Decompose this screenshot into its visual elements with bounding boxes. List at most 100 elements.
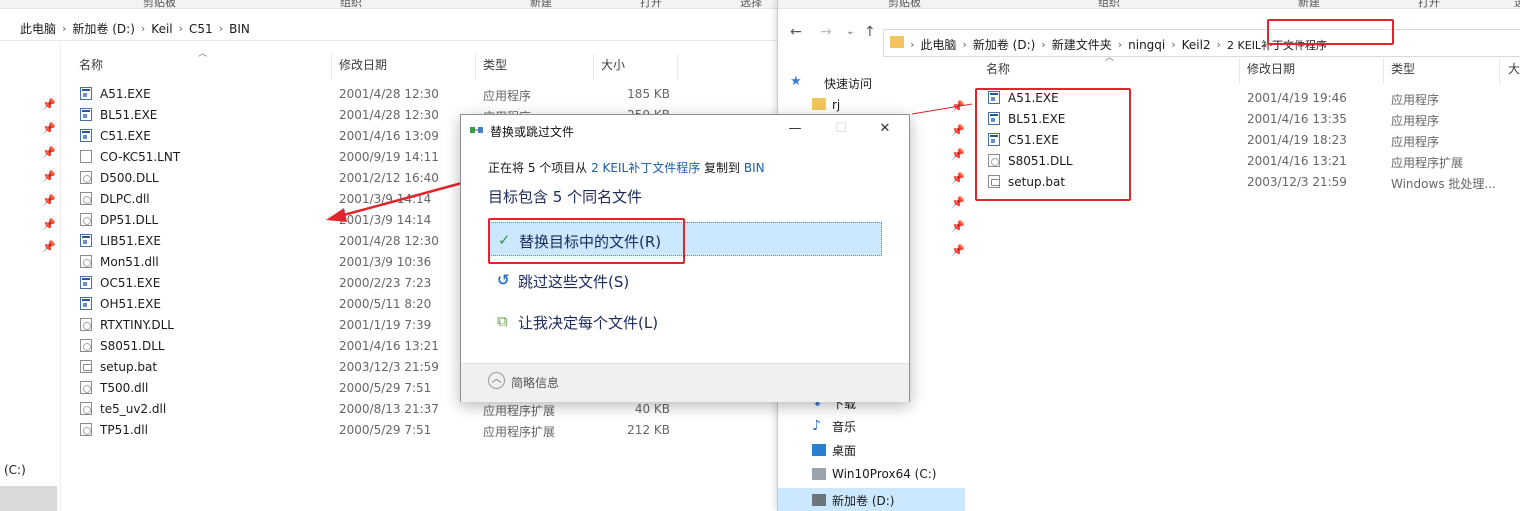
column-divider[interactable] [475,54,476,80]
ribbon-group-label: 打开 [640,0,662,9]
file-row[interactable]: A51.EXE 2001/4/28 12:30 应用程序 185 KB [60,84,780,105]
dest-folder-link[interactable]: BIN [744,161,765,175]
file-type: 应用程序扩展 [483,425,556,439]
file-row[interactable]: te5_uv2.dll 2000/8/13 21:37 应用程序扩展 40 KB [60,399,780,420]
col-header-type[interactable]: 类型 [483,56,507,78]
minimize-button[interactable]: — [781,121,809,136]
nav-music[interactable]: 音乐 [832,418,856,435]
decide-each-option[interactable]: ⧉ 让我决定每个文件(L) [488,304,882,338]
col-header-date[interactable]: 修改日期 [339,56,387,78]
col-header-type[interactable]: 类型 [1391,60,1415,82]
decide-files-icon: ⧉ [497,312,508,330]
dll-file-icon [80,423,92,436]
dialog-heading: 目标包含 5 个同名文件 [488,188,643,206]
ribbon-group-label: 组织 [340,0,362,9]
chevron-right-icon: › [1171,38,1176,51]
file-name: DLPC.dll [100,192,150,206]
crumb-this-pc[interactable]: 此电脑 [20,20,56,37]
file-date: 2001/4/16 13:21 [1247,154,1347,168]
nav-drive-c[interactable]: Win10Prox64 (C:) [832,467,936,481]
crumb-new-folder[interactable]: 新建文件夹 [1052,36,1112,53]
column-divider[interactable] [593,54,594,80]
file-name: RTXTINY.DLL [100,318,174,332]
file-date: 2001/3/9 14:14 [339,213,432,227]
close-button[interactable]: ✕ [871,121,899,136]
file-type: 应用程序扩展 [1391,156,1464,170]
exe-file-icon [80,297,92,310]
column-divider[interactable] [1239,58,1240,84]
dialog-title: 替换或跳过文件 [490,125,575,139]
crumb-drive-d[interactable]: 新加卷 (D:) [973,36,1035,53]
pin-icon: 📌 [42,170,56,183]
crumb-drive-d[interactable]: 新加卷 (D:) [72,20,134,37]
skip-files-option[interactable]: ↺ 跳过这些文件(S) [488,263,882,297]
right-address-bar[interactable]: › 此电脑 › 新加卷 (D:) › 新建文件夹 › ningqi › Keil2 › 2… [883,29,1520,57]
exe-file-icon [80,234,92,247]
left-nav-drive[interactable]: (C:) [4,463,26,477]
nav-rj[interactable]: rj [832,98,840,112]
file-name: BL51.EXE [100,108,158,122]
col-header-date[interactable]: 修改日期 [1247,60,1295,82]
forward-arrow-icon[interactable]: → [820,24,832,40]
crumb-this-pc[interactable]: 此电脑 [920,36,956,53]
pin-icon: 📌 [42,194,56,207]
file-size: 40 KB [634,402,670,416]
file-date: 2003/12/3 21:59 [1247,175,1347,189]
chevron-down-icon[interactable]: ⌄ [846,26,854,37]
file-name: C51.EXE [100,129,151,143]
crumb-bin[interactable]: BIN [229,22,250,36]
file-type: 应用程序 [483,89,532,103]
dll-file-icon [80,255,92,268]
left-nav-scrollbar[interactable] [0,486,57,511]
right-address-area: ← → ⌄ ↑ › 此电脑 › 新加卷 (D:) › 新建文件夹 › ningqi › … [778,12,1520,57]
file-date: 2000/5/29 7:51 [339,381,432,395]
folder-icon [812,98,826,110]
fewer-details-toggle[interactable]: 简略信息 [511,374,559,391]
file-name: OH51.EXE [100,297,161,311]
dialog-copy-description: 正在将 5 个项目从 2 KEIL补丁文件程序 复制到 BIN [488,159,765,176]
crumb-ningqi[interactable]: ningqi [1128,38,1165,52]
pin-icon: 📌 [951,244,965,257]
copy-files-icon [470,127,483,133]
crumb-c51[interactable]: C51 [189,22,213,36]
sort-up-icon: ︿ [1105,53,1115,63]
nav-quick-access[interactable]: 快速访问 [824,75,872,92]
nav-drive-d-selected[interactable]: 新加卷 (D:) [778,488,965,511]
ribbon-group-label: 选 [1514,0,1520,9]
file-date: 2001/4/19 19:46 [1247,91,1347,105]
file-type: 应用程序扩展 [483,404,556,418]
nav-desktop[interactable]: 桌面 [832,442,856,459]
left-breadcrumb: 此电脑 › 新加卷 (D:) › Keil › C51 › BIN [20,20,256,37]
col-header-size[interactable]: 大 [1508,60,1520,82]
column-divider[interactable] [1383,58,1384,84]
crumb-keil[interactable]: Keil [151,22,172,36]
source-folder-link[interactable]: 2 KEIL补丁文件程序 [591,161,700,175]
chevron-up-circle-icon[interactable]: ︿ [488,372,505,389]
col-header-name[interactable]: 名称 [986,60,1010,82]
file-date: 2001/4/16 13:21 [339,339,439,353]
file-date: 2001/4/28 12:30 [339,108,439,122]
highlight-box-address [1267,19,1394,45]
file-date: 2001/3/9 10:36 [339,255,432,269]
crumb-keil2[interactable]: Keil2 [1182,38,1211,52]
chevron-right-icon: › [910,38,915,51]
up-arrow-icon[interactable]: ↑ [864,24,876,40]
col-header-size[interactable]: 大小 [601,56,625,78]
star-icon: ★ [790,74,802,89]
replace-skip-dialog: 替换或跳过文件 — ☐ ✕ 正在将 5 个项目从 2 KEIL补丁文件程序 复制… [460,114,910,402]
column-divider[interactable] [677,54,678,80]
nav-drive-d: 新加卷 (D:) [832,494,895,508]
back-arrow-icon[interactable]: ← [790,24,802,40]
column-divider[interactable] [331,54,332,80]
right-ribbon: 剪贴板 组织 新建 打开 选 [778,0,1520,9]
pin-icon: 📌 [951,148,965,161]
column-divider[interactable] [1499,58,1500,84]
file-date: 2001/4/19 18:23 [1247,133,1347,147]
left-address-bar[interactable]: 此电脑 › 新加卷 (D:) › Keil › C51 › BIN [0,14,790,41]
chevron-right-icon: › [140,22,146,35]
file-row[interactable]: TP51.dll 2000/5/29 7:51 应用程序扩展 212 KB [60,420,780,441]
dialog-titlebar[interactable]: 替换或跳过文件 — ☐ ✕ [461,115,909,145]
col-header-name[interactable]: 名称 [79,56,103,78]
file-name: T500.dll [100,381,149,395]
pin-icon: 📌 [42,240,56,253]
